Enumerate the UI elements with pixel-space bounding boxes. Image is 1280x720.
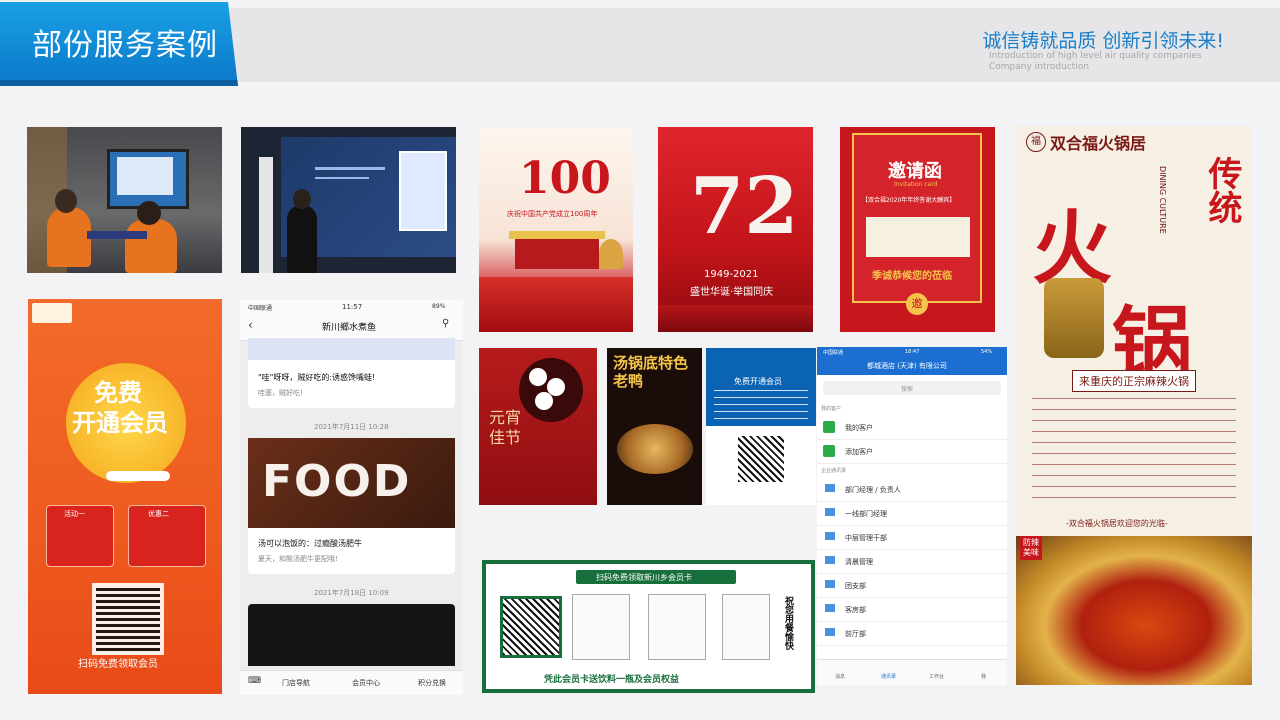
hotpot-footer: -双合福火锅居欢迎您的光临- xyxy=(1066,519,1168,528)
phone1-date2: 2021年7月18日 10:09 xyxy=(314,589,389,597)
hotpot-side-text: 传统 xyxy=(1202,156,1242,224)
phone1-nav-store[interactable]: 门店导航 xyxy=(282,678,310,688)
hotpot-logo-icon: 福 xyxy=(1026,132,1046,152)
member-footer: 扫码免费领取会员 xyxy=(78,659,158,670)
tab-me[interactable]: 我 xyxy=(981,673,986,680)
back-icon[interactable]: ‹ xyxy=(248,318,253,332)
member-qr-code xyxy=(92,583,164,655)
member-activity-1: 活动一 xyxy=(64,510,85,518)
phone1-msg1-sub: 哇塞，贼好吃! xyxy=(258,389,303,397)
phone2-search[interactable]: 搜索 xyxy=(901,384,913,393)
phone1-nav-points[interactable]: 积分兑换 xyxy=(418,678,446,688)
phone1-status-carrier: 中国联通 xyxy=(248,305,273,312)
poster-100th-anniversary: 100 庆祝中国共产党成立100周年 xyxy=(479,127,633,332)
phone1-status-battery: 89% xyxy=(432,303,446,310)
hotpot-brand: 双合福火锅居 xyxy=(1050,134,1147,153)
phone1-msg2-sub: 夏天，和酸汤肥牛更配哦! xyxy=(258,555,338,563)
slogan: 诚信铸就品质 创新引领未来! xyxy=(982,30,1224,52)
department-row[interactable]: 客房部 xyxy=(817,597,1007,622)
invitation-seal: 邀 xyxy=(906,293,928,315)
poster-member-card-small: 免费开通会员 xyxy=(706,348,816,505)
duck-text: 汤锅底特色老鸭 xyxy=(613,354,689,390)
poster-72-tagline: 盛世华诞·举国同庆 xyxy=(690,287,774,298)
slogan-english: Introduction of high level air quality c… xyxy=(989,51,1202,72)
phone1-status-time: 11:57 xyxy=(342,303,363,311)
poster-72-number: 72 xyxy=(690,161,799,252)
invitation-title: 邀请函 xyxy=(888,161,942,182)
tab-messages[interactable]: 消息 xyxy=(835,673,845,680)
poster-invitation: 邀请函 Invitation card 【双合福2020年年终答谢大酬宾】 季诚… xyxy=(840,127,995,332)
banner-title: 扫码免费领取新川乡会员卡 xyxy=(596,573,692,582)
phone2-section2: 企业通讯录 xyxy=(821,468,847,474)
banner-member-card: 扫码免费领取新川乡会员卡 祝您用餐愉快 凭此会员卡送饮料一瓶及会员权益 xyxy=(482,560,815,693)
profile-icon[interactable]: ⚲ xyxy=(442,318,449,329)
department-row[interactable]: 一线部门经理 xyxy=(817,501,1007,526)
department-row[interactable]: 前厅部 xyxy=(817,621,1007,646)
department-row[interactable]: 部门经理 / 负责人 xyxy=(817,477,1007,502)
poster-72-years: 1949-2021 xyxy=(704,269,759,280)
hotpot-tag: 防辣美味 xyxy=(1020,536,1042,560)
phone2-status-time: 18:47 xyxy=(905,349,920,355)
poster-free-membership: 免费 开通会员 活动一 优惠二 扫码免费领取会员 xyxy=(28,299,222,694)
phone1-msg1[interactable]: "哇"呀呀，贼好吃的:诱惑馋嘴蛙! xyxy=(258,372,375,383)
poster-lantern-festival: 元宵佳节 xyxy=(479,348,597,505)
tab-contacts[interactable]: 通讯录 xyxy=(881,673,896,680)
photo-training-room xyxy=(27,127,222,273)
phone2-section1: 我的客户 xyxy=(821,406,842,412)
invitation-footer: 季诚恭候您的莅临 xyxy=(872,271,952,282)
contact-row[interactable]: 我的客户 xyxy=(817,415,1007,440)
member-activity-2: 优惠二 xyxy=(148,510,169,518)
tab-workbench[interactable]: 工作台 xyxy=(929,673,944,680)
poster-100-number: 100 xyxy=(519,153,611,204)
phone1-date1: 2021年7月11日 10:28 xyxy=(314,423,389,431)
phone1-food-banner: FOOD xyxy=(262,456,412,507)
phone1-msg2[interactable]: 汤可以泡饭的：过瘾酸汤肥牛 xyxy=(258,538,362,549)
phone2-title: 都城酒店 (天津) 有限公司 xyxy=(867,362,947,370)
poster-100-subtitle: 庆祝中国共产党成立100周年 xyxy=(507,210,598,218)
keyboard-icon[interactable]: ⌨ xyxy=(248,676,261,686)
phone2-status-battery: 54% xyxy=(981,349,993,355)
department-row[interactable]: 团支部 xyxy=(817,573,1007,598)
member-small-qr-code xyxy=(738,436,784,482)
yuanxiao-text: 元宵佳节 xyxy=(489,408,522,447)
phone1-title: 新川鄉水煮鱼 xyxy=(322,323,377,333)
poster-hotpot: 福 双合福火锅居 火 锅 传统 DINING CULTURE 来重庆的正宗麻辣火… xyxy=(1016,126,1252,685)
banner-footer: 凭此会员卡送饮料一瓶及会员权益 xyxy=(544,675,680,685)
photo-presentation xyxy=(241,127,456,273)
department-row[interactable]: 中层管理干部 xyxy=(817,525,1007,550)
invitation-english: Invitation card xyxy=(894,181,938,188)
invitation-line: 【双合福2020年年终答谢大酬宾】 xyxy=(862,197,956,204)
poster-old-duck-soup: 汤锅底特色老鸭 xyxy=(607,348,702,505)
phone2-status-carrier: 中国联通 xyxy=(823,350,844,356)
page-title: 部份服务案例 xyxy=(32,28,218,63)
member-small-title: 免费开通会员 xyxy=(734,377,782,386)
hotpot-motto: 来重庆的正宗麻辣火锅 xyxy=(1072,370,1196,392)
phone-screenshot-enterprise-contacts: 中国联通 18:47 54% 都城酒店 (天津) 有限公司 搜索 我的客户 我的… xyxy=(817,347,1007,685)
banner-side: 祝您用餐愉快 xyxy=(783,596,793,650)
phone-screenshot-wechat-article: 中国联通 11:57 89% ‹ 新川鄉水煮鱼 ⚲ "哇"呀呀，贼好吃的:诱惑馋… xyxy=(240,300,463,695)
hotpot-english: DINING CULTURE xyxy=(1158,166,1167,234)
contact-row[interactable]: 添加客户 xyxy=(817,439,1007,464)
member-title-2: 开通会员 xyxy=(72,409,168,437)
department-row[interactable]: 清晨管理 xyxy=(817,549,1007,574)
poster-72nd-anniversary: 72 1949-2021 盛世华诞·举国同庆 xyxy=(658,127,813,332)
phone1-nav-member[interactable]: 会员中心 xyxy=(352,678,380,688)
banner-qr-code xyxy=(500,596,562,658)
